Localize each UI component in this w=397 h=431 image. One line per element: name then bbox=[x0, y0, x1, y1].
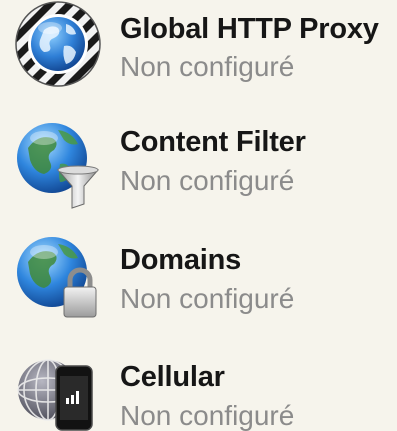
payload-item-content-filter[interactable]: Content Filter Non configuré bbox=[0, 112, 397, 222]
payload-list: Global HTTP Proxy Non configuré Content … bbox=[0, 0, 397, 431]
globe-lock-icon bbox=[14, 232, 102, 324]
payload-status: Non configuré bbox=[120, 283, 295, 314]
payload-item-domains[interactable]: Domains Non configuré bbox=[0, 226, 397, 336]
globe-proxy-icon bbox=[14, 0, 102, 92]
payload-status: Non configuré bbox=[120, 165, 295, 196]
payload-title: Global HTTP Proxy bbox=[120, 13, 379, 45]
payload-item-global-http-proxy[interactable]: Global HTTP Proxy Non configuré bbox=[0, 0, 397, 110]
globe-filter-icon bbox=[14, 118, 102, 210]
payload-status: Non configuré bbox=[120, 400, 295, 431]
payload-item-cellular[interactable]: Cellular Non configuré bbox=[0, 340, 397, 431]
payload-status: Non configuré bbox=[120, 51, 295, 82]
cellular-phone-icon bbox=[14, 354, 102, 431]
payload-title: Cellular bbox=[120, 361, 225, 393]
payload-title: Content Filter bbox=[120, 126, 306, 158]
payload-title: Domains bbox=[120, 244, 242, 276]
